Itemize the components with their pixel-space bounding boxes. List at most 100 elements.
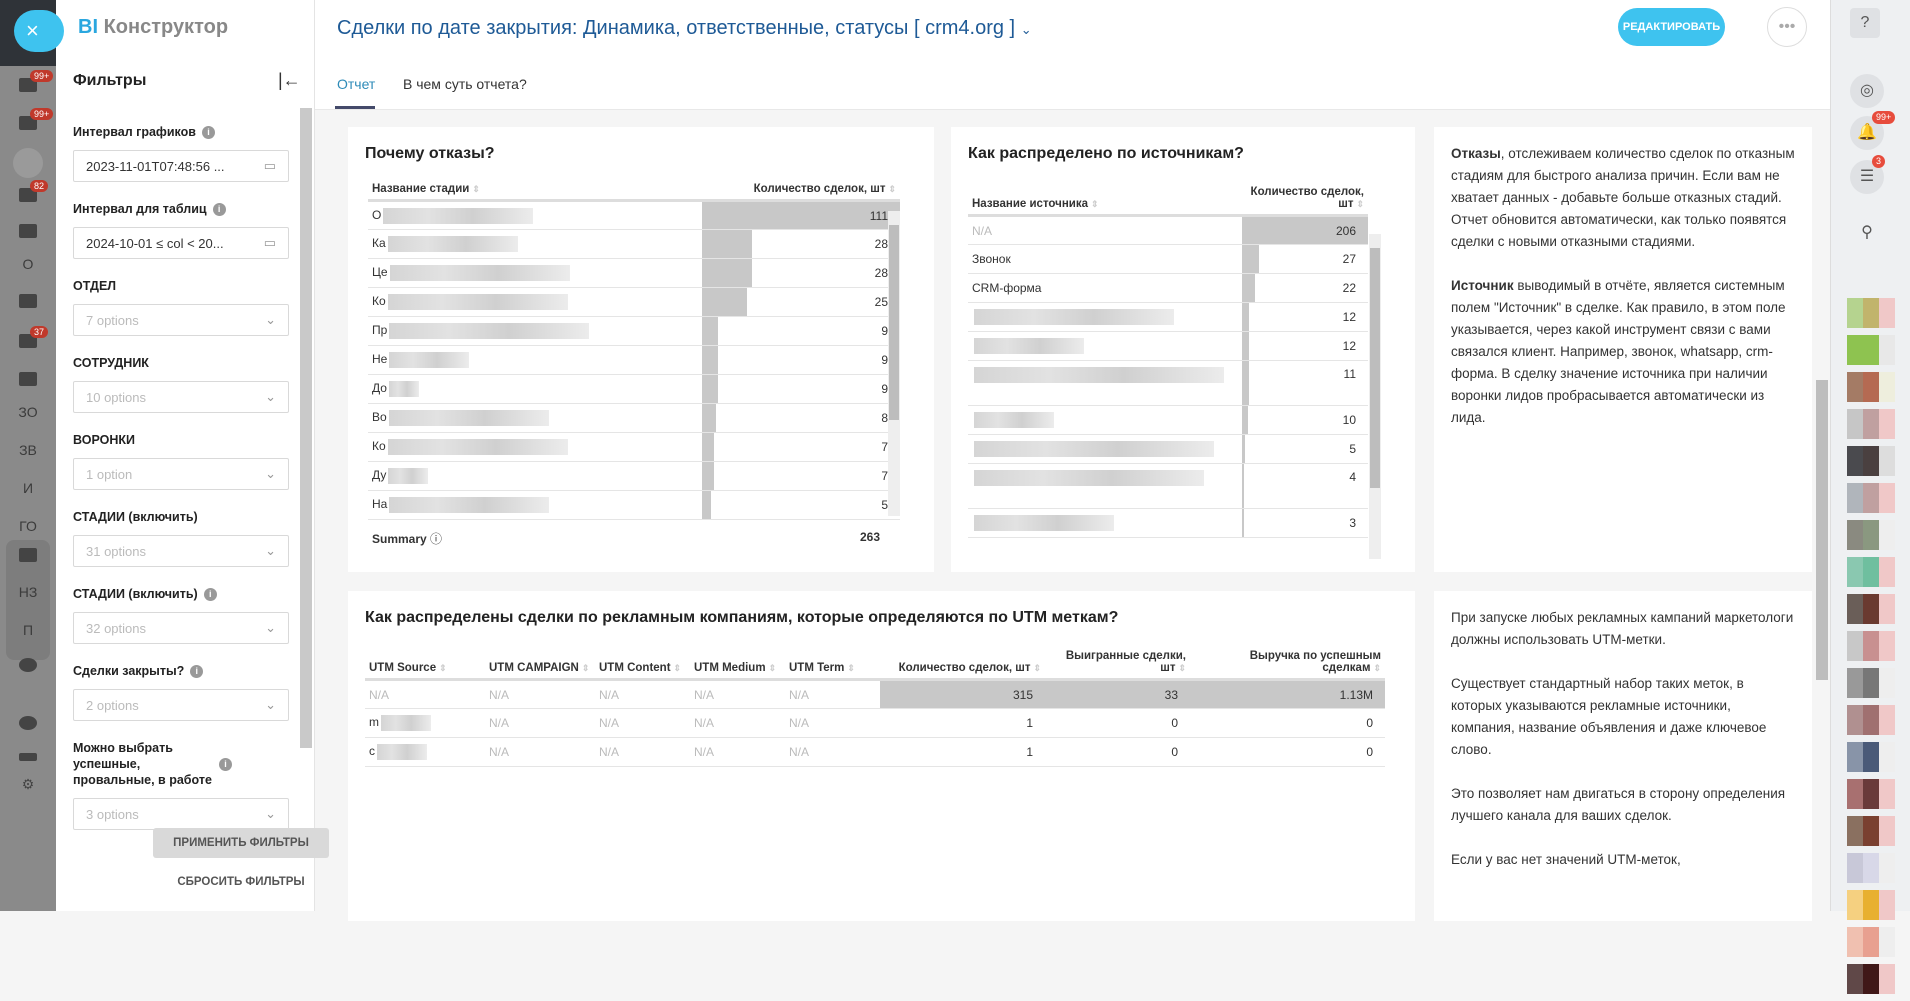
multiselect-dropdown[interactable]: 1 option ⌄: [73, 458, 289, 490]
avatar[interactable]: [1847, 890, 1895, 920]
nav-calendar[interactable]: [0, 224, 56, 241]
utm-col-header[interactable]: UTM Term ⇕: [785, 646, 880, 681]
nav-filter[interactable]: 99+: [0, 108, 56, 133]
utm-col-header[interactable]: UTM Medium ⇕: [690, 646, 785, 681]
utm-col-header[interactable]: UTM CAMPAIGN ⇕: [485, 646, 595, 681]
multiselect-dropdown[interactable]: 31 options ⌄: [73, 535, 289, 567]
multiselect-dropdown[interactable]: 2 options ⌄: [73, 689, 289, 721]
nav-tasks[interactable]: 99+: [0, 70, 56, 95]
target-icon[interactable]: ◎: [1850, 74, 1884, 108]
nav-p[interactable]: П: [0, 622, 56, 638]
table-row: Це 28: [368, 258, 900, 288]
utm-col-header[interactable]: UTM Content ⇕: [595, 646, 690, 681]
avatar[interactable]: [1847, 927, 1895, 957]
col-deal-count[interactable]: Количество сделок, шт ⇕: [1242, 182, 1368, 217]
nav-nz[interactable]: НЗ: [0, 584, 56, 600]
avatar[interactable]: [1847, 298, 1895, 328]
stage-name: Ка: [368, 229, 702, 259]
avatar[interactable]: [1847, 520, 1895, 550]
nav-contacts[interactable]: [0, 294, 56, 311]
tab-about[interactable]: В чем суть отчета?: [403, 76, 527, 92]
nav-robot[interactable]: [0, 372, 56, 389]
avatar[interactable]: [1847, 409, 1895, 439]
avatar[interactable]: [1847, 853, 1895, 883]
chevron-down-icon: ⌄: [265, 806, 276, 821]
bold-term: Отказы: [1451, 146, 1501, 161]
table-row: c N/A N/A N/A N/A 1 0 0: [365, 737, 1385, 767]
avatar[interactable]: [1847, 446, 1895, 476]
info-icon[interactable]: i: [201, 125, 215, 139]
table-row: Во 8: [368, 403, 900, 433]
edit-button[interactable]: РЕДАКТИРОВАТЬ: [1618, 8, 1725, 46]
info-icon[interactable]: i: [203, 587, 217, 601]
table-row: На 5: [368, 490, 900, 520]
utm-cell: N/A: [485, 679, 595, 709]
redacted-text: [974, 338, 1084, 354]
nav-zv[interactable]: ЗВ: [0, 442, 56, 458]
search-icon[interactable]: ⚲: [1850, 216, 1884, 250]
avatar[interactable]: [1847, 631, 1895, 661]
nav-box[interactable]: [0, 548, 56, 565]
nav-settings[interactable]: ⚙: [0, 776, 56, 793]
avatar[interactable]: [1847, 372, 1895, 402]
multiselect-dropdown[interactable]: 32 options ⌄: [73, 612, 289, 644]
nav-more[interactable]: [0, 658, 56, 675]
avatar[interactable]: [1847, 557, 1895, 587]
avatar[interactable]: [1847, 594, 1895, 624]
data-bar: [1242, 332, 1250, 360]
table-scrollbar[interactable]: [888, 211, 900, 516]
nav-structure[interactable]: [0, 748, 56, 764]
contact-card-icon: [19, 294, 37, 308]
apply-filters-button[interactable]: ПРИМЕНИТЬ ФИЛЬТРЫ: [153, 828, 329, 858]
info-icon[interactable]: i: [190, 664, 204, 678]
col-stage-name[interactable]: Название стадии ⇕: [368, 179, 702, 202]
nav-help[interactable]: [0, 716, 56, 733]
info-icon[interactable]: ⓘ: [430, 532, 442, 546]
nav-o[interactable]: О: [0, 256, 56, 272]
help-icon[interactable]: ?: [1850, 8, 1880, 38]
nav-zo[interactable]: ЗО: [0, 404, 56, 420]
collapse-panel-icon[interactable]: |←: [278, 70, 301, 91]
nav-i[interactable]: И: [0, 480, 56, 496]
utm-col-header[interactable]: Выручка по успешным сделкам ⇕: [1190, 646, 1385, 681]
source-name: [968, 405, 1242, 435]
data-bar: [1242, 406, 1249, 434]
utm-col-header[interactable]: Выигранные сделки, шт ⇕: [1045, 646, 1190, 681]
info-icon[interactable]: i: [212, 202, 226, 216]
utm-col-header[interactable]: Количество сделок, шт ⇕: [880, 646, 1045, 681]
date-range-input[interactable]: 2023-11-01T07:48:56 ... ▭: [73, 150, 289, 182]
avatar[interactable]: [1847, 668, 1895, 698]
col-source-name[interactable]: Название источника ⇕: [968, 182, 1242, 217]
multiselect-dropdown[interactable]: 7 options ⌄: [73, 304, 289, 336]
avatar[interactable]: [1847, 779, 1895, 809]
avatar[interactable]: [1847, 705, 1895, 735]
data-bar: [1242, 361, 1249, 405]
multiselect-dropdown[interactable]: 10 options ⌄: [73, 381, 289, 413]
date-range-input[interactable]: 2024-10-01 ≤ col < 20... ▭: [73, 227, 289, 259]
tab-report[interactable]: Отчет: [337, 76, 375, 92]
avatar[interactable]: [1847, 483, 1895, 513]
close-button[interactable]: ×: [14, 10, 64, 52]
nav-mail[interactable]: 82: [0, 180, 56, 205]
utm-col-header[interactable]: UTM Source ⇕: [365, 646, 485, 681]
multiselect-dropdown[interactable]: 3 options ⌄: [73, 798, 289, 830]
nav-go[interactable]: ГО: [0, 518, 56, 534]
bell-icon[interactable]: 🔔 99+: [1850, 111, 1896, 150]
utm-cell: N/A: [485, 708, 595, 738]
avatar[interactable]: [1847, 964, 1895, 994]
table-scrollbar[interactable]: [1369, 234, 1381, 559]
nav-chat[interactable]: 37: [0, 326, 56, 351]
avatar[interactable]: [1847, 335, 1895, 365]
gear-icon: ⚙: [21, 776, 35, 792]
avatar[interactable]: [1847, 816, 1895, 846]
col-deal-count[interactable]: Количество сделок, шт ⇕: [702, 179, 900, 202]
main-scrollbar[interactable]: [1816, 380, 1828, 680]
avatar[interactable]: [1847, 742, 1895, 772]
chat-icon[interactable]: ☰ 3: [1850, 155, 1886, 194]
info-icon[interactable]: i: [219, 757, 232, 771]
report-title[interactable]: Сделки по дате закрытия: Динамика, ответ…: [337, 17, 1032, 40]
filters-scrollbar[interactable]: [300, 108, 312, 748]
reset-filters-button[interactable]: СБРОСИТЬ ФИЛЬТРЫ: [153, 876, 329, 888]
nav-analytics[interactable]: [0, 148, 56, 181]
more-options-button[interactable]: •••: [1767, 7, 1807, 47]
